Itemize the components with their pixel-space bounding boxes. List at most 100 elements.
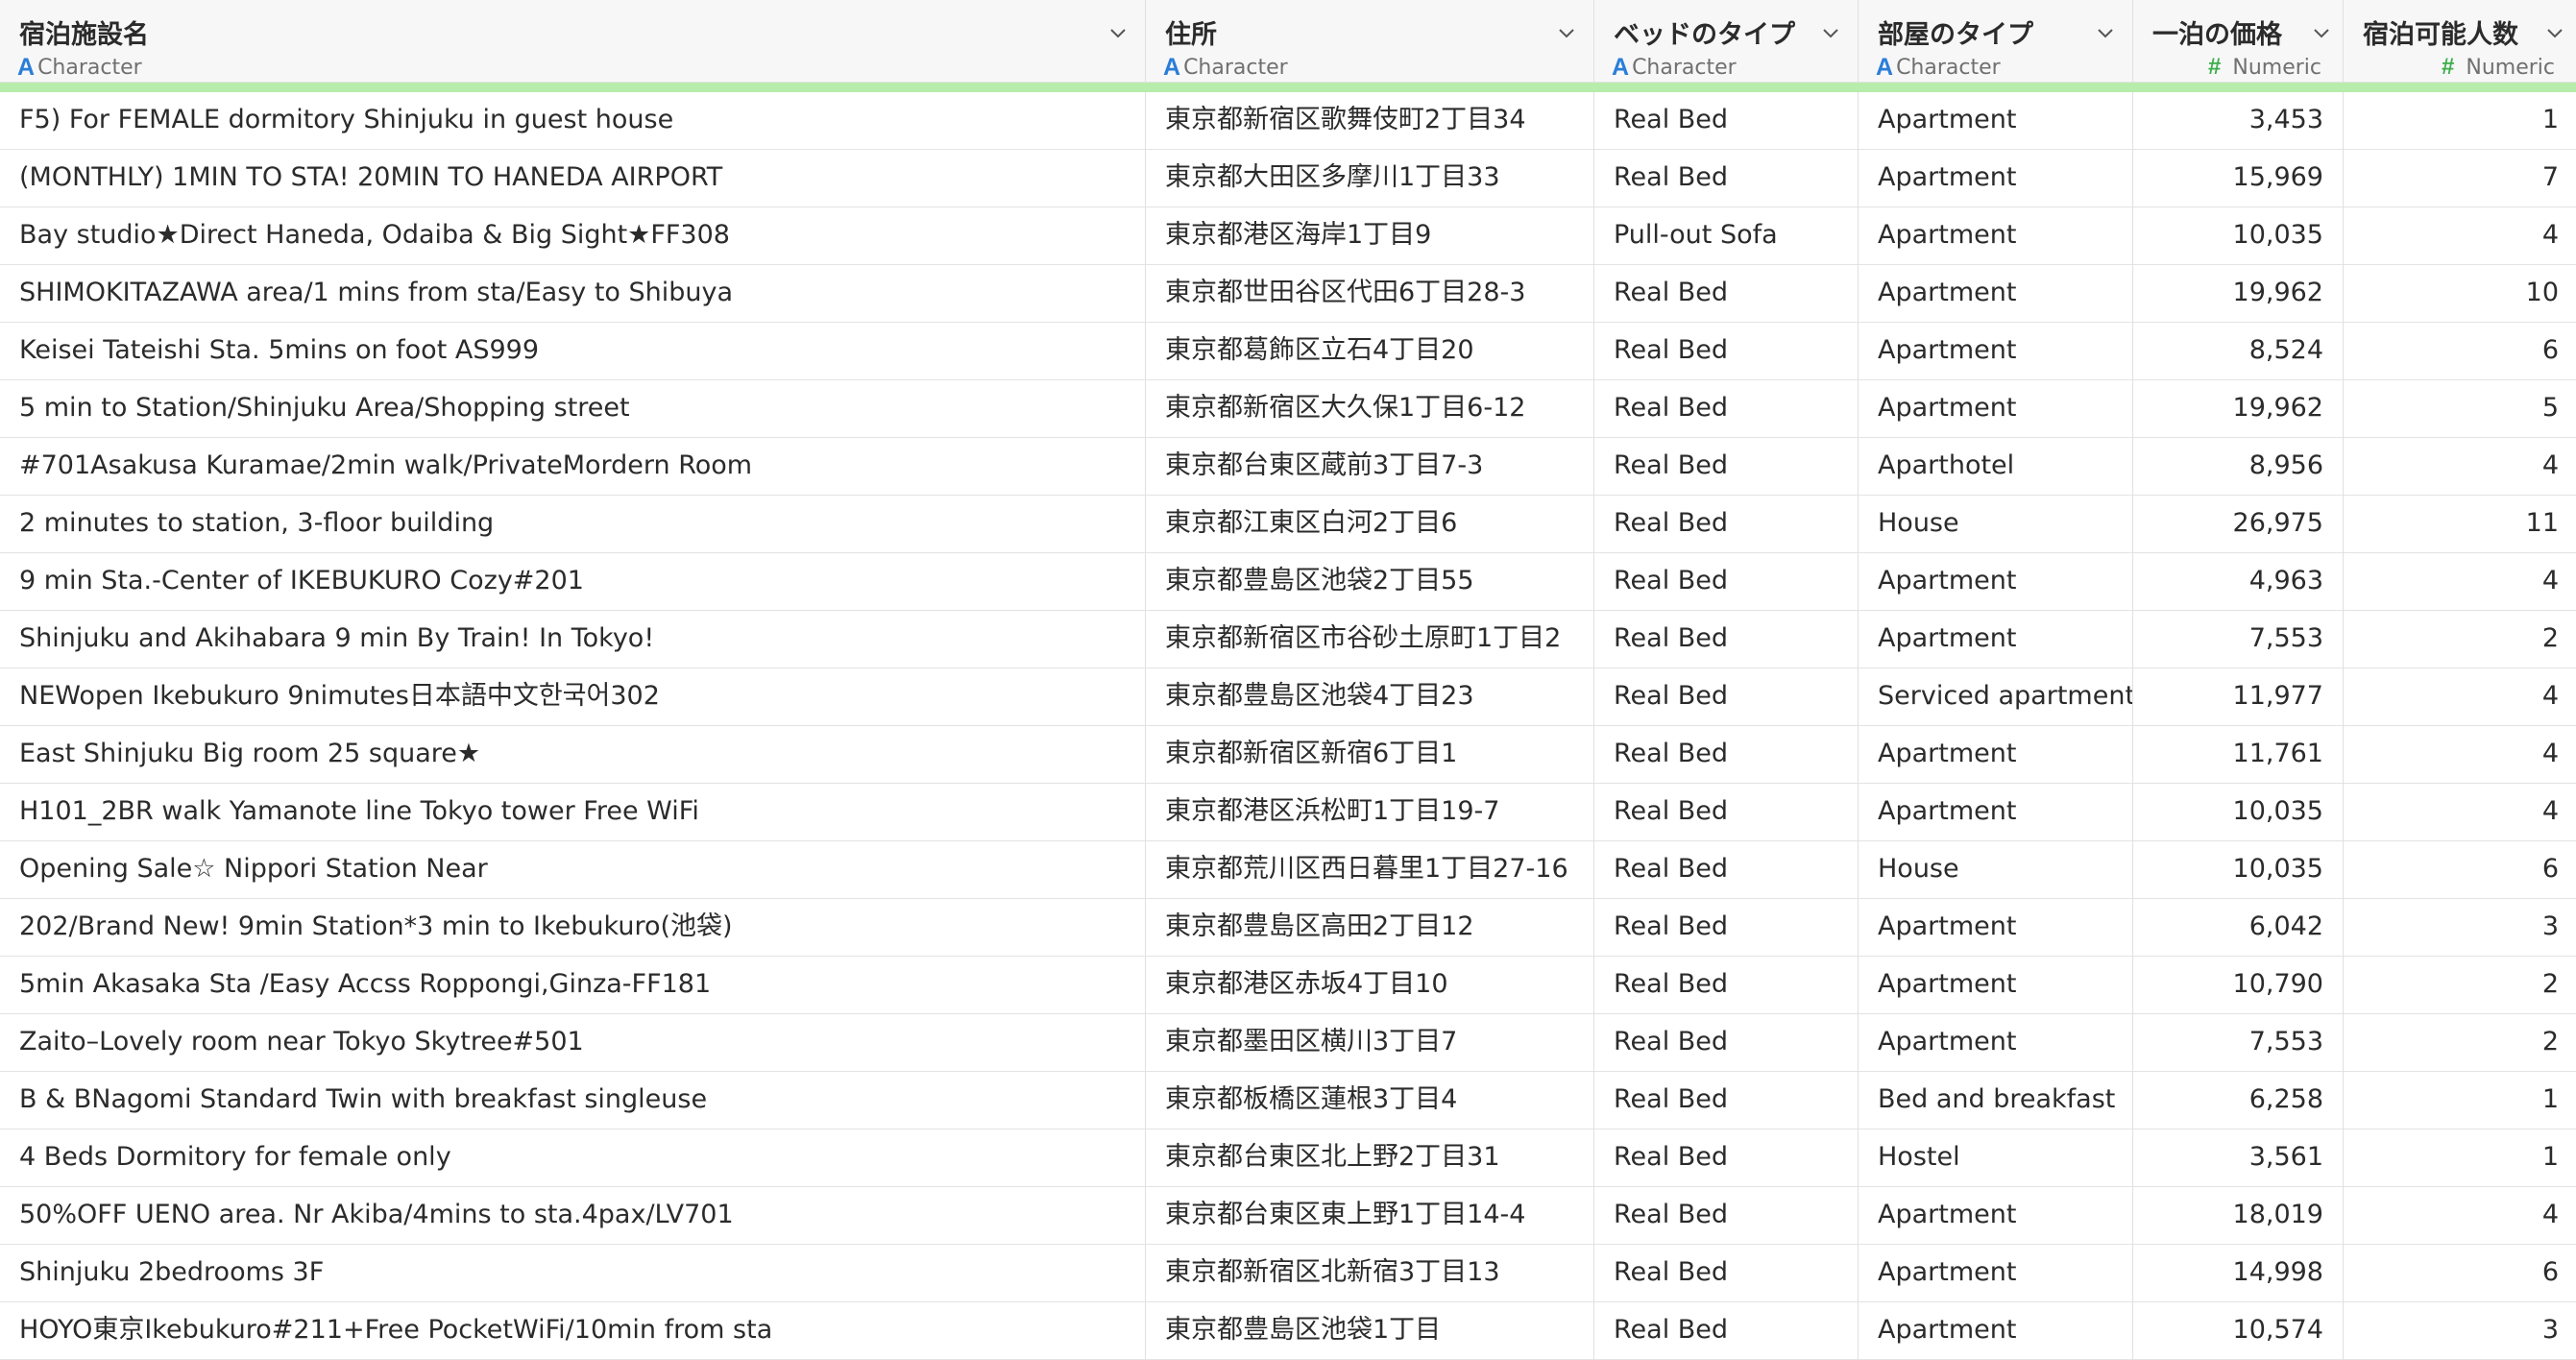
cell-room-type[interactable]: Bed and breakfast bbox=[1859, 1072, 2133, 1129]
cell-capacity[interactable]: 1 bbox=[2344, 1129, 2576, 1187]
cell-name[interactable]: SHIMOKITAZAWA area/1 mins from sta/Easy … bbox=[0, 265, 1146, 323]
cell-price[interactable]: 10,035 bbox=[2133, 841, 2344, 899]
cell-bed-type[interactable]: Real Bed bbox=[1594, 380, 1859, 438]
cell-address[interactable]: 東京都港区赤坂4丁目10 bbox=[1146, 957, 1594, 1014]
table-row[interactable]: Zaito–Lovely room near Tokyo Skytree#501… bbox=[0, 1014, 2576, 1072]
cell-room-type[interactable]: Apartment bbox=[1859, 611, 2133, 668]
cell-bed-type[interactable]: Real Bed bbox=[1594, 1014, 1859, 1072]
cell-price[interactable]: 7,553 bbox=[2133, 611, 2344, 668]
cell-room-type[interactable]: Apartment bbox=[1859, 323, 2133, 380]
table-row[interactable]: East Shinjuku Big room 25 square★ 東京都新宿区新… bbox=[0, 726, 2576, 784]
cell-bed-type[interactable]: Real Bed bbox=[1594, 438, 1859, 496]
cell-address[interactable]: 東京都世田谷区代田6丁目28-3 bbox=[1146, 265, 1594, 323]
cell-capacity[interactable]: 4 bbox=[2344, 726, 2576, 784]
table-row[interactable]: 5min Akasaka Sta /Easy Accss Roppongi,Gi… bbox=[0, 957, 2576, 1014]
column-header-address[interactable]: 住所 A Character bbox=[1146, 0, 1594, 83]
cell-price[interactable]: 6,042 bbox=[2133, 899, 2344, 957]
cell-room-type[interactable]: Apartment bbox=[1859, 150, 2133, 207]
cell-price[interactable]: 8,524 bbox=[2133, 323, 2344, 380]
cell-room-type[interactable]: Apartment bbox=[1859, 265, 2133, 323]
cell-name[interactable]: #701Asakusa Kuramae/2min walk/PrivateMor… bbox=[0, 438, 1146, 496]
table-row[interactable]: 9 min Sta.-Center of IKEBUKURO Cozy#201 東… bbox=[0, 553, 2576, 611]
cell-name[interactable]: 202/Brand New! 9min Station*3 min to Ike… bbox=[0, 899, 1146, 957]
cell-bed-type[interactable]: Real Bed bbox=[1594, 1187, 1859, 1245]
cell-name[interactable]: 50%OFF UENO area. Nr Akiba/4mins to sta.… bbox=[0, 1187, 1146, 1245]
cell-room-type[interactable]: Apartment bbox=[1859, 1302, 2133, 1360]
cell-address[interactable]: 東京都新宿区北新宿3丁目13 bbox=[1146, 1245, 1594, 1302]
cell-address[interactable]: 東京都豊島区池袋4丁目23 bbox=[1146, 668, 1594, 726]
cell-bed-type[interactable]: Real Bed bbox=[1594, 957, 1859, 1014]
cell-price[interactable]: 8,956 bbox=[2133, 438, 2344, 496]
cell-price[interactable]: 11,761 bbox=[2133, 726, 2344, 784]
cell-name[interactable]: H101_2BR walk Yamanote line Tokyo tower … bbox=[0, 784, 1146, 841]
cell-name[interactable]: NEWopen Ikebukuro 9nimutes日本語中文한국어302 bbox=[0, 668, 1146, 726]
chevron-down-icon[interactable] bbox=[2094, 21, 2117, 44]
cell-name[interactable]: Shinjuku 2bedrooms 3F bbox=[0, 1245, 1146, 1302]
cell-price[interactable]: 10,035 bbox=[2133, 784, 2344, 841]
cell-bed-type[interactable]: Real Bed bbox=[1594, 1245, 1859, 1302]
table-row[interactable]: HOYO東京Ikebukuro#211+Free PocketWiFi/10mi… bbox=[0, 1302, 2576, 1360]
table-row[interactable]: H101_2BR walk Yamanote line Tokyo tower … bbox=[0, 784, 2576, 841]
cell-price[interactable]: 7,553 bbox=[2133, 1014, 2344, 1072]
cell-address[interactable]: 東京都豊島区池袋2丁目55 bbox=[1146, 553, 1594, 611]
cell-bed-type[interactable]: Real Bed bbox=[1594, 1302, 1859, 1360]
table-row[interactable]: (MONTHLY) 1MIN TO STA! 20MIN TO HANEDA A… bbox=[0, 150, 2576, 207]
cell-address[interactable]: 東京都新宿区市谷砂土原町1丁目2 bbox=[1146, 611, 1594, 668]
table-row[interactable]: 202/Brand New! 9min Station*3 min to Ike… bbox=[0, 899, 2576, 957]
cell-name[interactable]: Zaito–Lovely room near Tokyo Skytree#501 bbox=[0, 1014, 1146, 1072]
cell-capacity[interactable]: 2 bbox=[2344, 611, 2576, 668]
cell-capacity[interactable]: 4 bbox=[2344, 553, 2576, 611]
cell-capacity[interactable]: 4 bbox=[2344, 438, 2576, 496]
cell-address[interactable]: 東京都豊島区池袋1丁目 bbox=[1146, 1302, 1594, 1360]
cell-room-type[interactable]: House bbox=[1859, 496, 2133, 553]
cell-bed-type[interactable]: Pull-out Sofa bbox=[1594, 207, 1859, 265]
chevron-down-icon[interactable] bbox=[2310, 21, 2333, 44]
cell-capacity[interactable]: 4 bbox=[2344, 1187, 2576, 1245]
cell-room-type[interactable]: House bbox=[1859, 841, 2133, 899]
cell-price[interactable]: 10,035 bbox=[2133, 207, 2344, 265]
cell-capacity[interactable]: 2 bbox=[2344, 957, 2576, 1014]
cell-price[interactable]: 3,453 bbox=[2133, 92, 2344, 150]
cell-room-type[interactable]: Apartment bbox=[1859, 92, 2133, 150]
cell-name[interactable]: Opening Sale☆ Nippori Station Near bbox=[0, 841, 1146, 899]
cell-capacity[interactable]: 6 bbox=[2344, 1245, 2576, 1302]
cell-name[interactable]: 9 min Sta.-Center of IKEBUKURO Cozy#201 bbox=[0, 553, 1146, 611]
chevron-down-icon[interactable] bbox=[1555, 21, 1578, 44]
cell-address[interactable]: 東京都台東区東上野1丁目14-4 bbox=[1146, 1187, 1594, 1245]
table-row[interactable]: #701Asakusa Kuramae/2min walk/PrivateMor… bbox=[0, 438, 2576, 496]
table-row[interactable]: Shinjuku 2bedrooms 3F 東京都新宿区北新宿3丁目13 Real … bbox=[0, 1245, 2576, 1302]
cell-price[interactable]: 19,962 bbox=[2133, 380, 2344, 438]
table-row[interactable]: Keisei Tateishi Sta. 5mins on foot AS999… bbox=[0, 323, 2576, 380]
cell-bed-type[interactable]: Real Bed bbox=[1594, 611, 1859, 668]
cell-name[interactable]: 5min Akasaka Sta /Easy Accss Roppongi,Gi… bbox=[0, 957, 1146, 1014]
cell-bed-type[interactable]: Real Bed bbox=[1594, 553, 1859, 611]
cell-address[interactable]: 東京都新宿区新宿6丁目1 bbox=[1146, 726, 1594, 784]
cell-name[interactable]: (MONTHLY) 1MIN TO STA! 20MIN TO HANEDA A… bbox=[0, 150, 1146, 207]
chevron-down-icon[interactable] bbox=[1819, 21, 1842, 44]
column-header-bed-type[interactable]: ベッドのタイプ A Character bbox=[1594, 0, 1859, 83]
cell-name[interactable]: East Shinjuku Big room 25 square★ bbox=[0, 726, 1146, 784]
cell-name[interactable]: F5) For FEMALE dormitory Shinjuku in gue… bbox=[0, 92, 1146, 150]
cell-bed-type[interactable]: Real Bed bbox=[1594, 668, 1859, 726]
cell-address[interactable]: 東京都新宿区歌舞伎町2丁目34 bbox=[1146, 92, 1594, 150]
cell-price[interactable]: 15,969 bbox=[2133, 150, 2344, 207]
cell-name[interactable]: 4 Beds Dormitory for female only bbox=[0, 1129, 1146, 1187]
cell-room-type[interactable]: Apartment bbox=[1859, 899, 2133, 957]
cell-address[interactable]: 東京都豊島区高田2丁目12 bbox=[1146, 899, 1594, 957]
cell-capacity[interactable]: 11 bbox=[2344, 496, 2576, 553]
cell-capacity[interactable]: 10 bbox=[2344, 265, 2576, 323]
cell-room-type[interactable]: Apartment bbox=[1859, 957, 2133, 1014]
cell-bed-type[interactable]: Real Bed bbox=[1594, 1072, 1859, 1129]
cell-room-type[interactable]: Apartment bbox=[1859, 1187, 2133, 1245]
cell-price[interactable]: 18,019 bbox=[2133, 1187, 2344, 1245]
cell-price[interactable]: 6,258 bbox=[2133, 1072, 2344, 1129]
cell-name[interactable]: B & BNagomi Standard Twin with breakfast… bbox=[0, 1072, 1146, 1129]
cell-price[interactable]: 14,998 bbox=[2133, 1245, 2344, 1302]
cell-address[interactable]: 東京都荒川区西日暮里1丁目27-16 bbox=[1146, 841, 1594, 899]
cell-room-type[interactable]: Apartment bbox=[1859, 1014, 2133, 1072]
cell-capacity[interactable]: 3 bbox=[2344, 1302, 2576, 1360]
cell-capacity[interactable]: 4 bbox=[2344, 784, 2576, 841]
cell-bed-type[interactable]: Real Bed bbox=[1594, 496, 1859, 553]
cell-capacity[interactable]: 4 bbox=[2344, 207, 2576, 265]
column-header-price[interactable]: 一泊の価格 # Numeric bbox=[2133, 0, 2344, 83]
